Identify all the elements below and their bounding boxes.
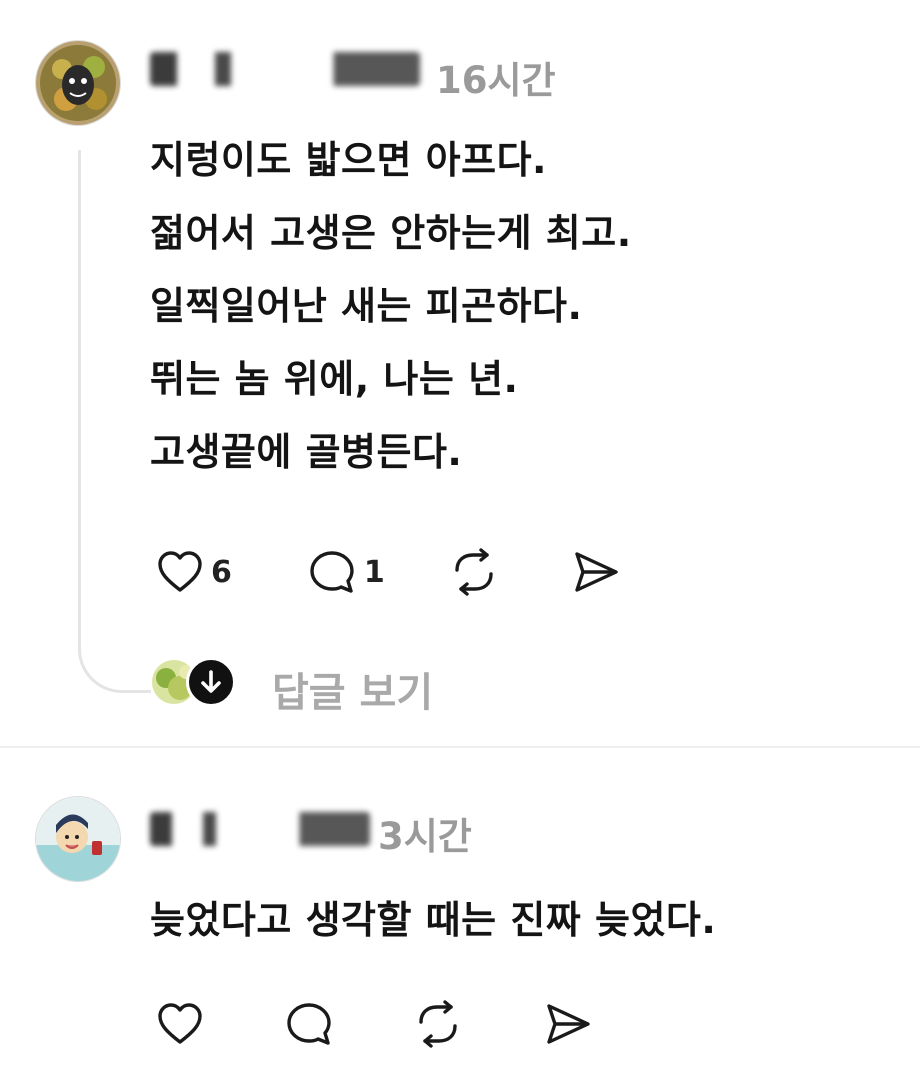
action-bar: 6 1 [157, 548, 621, 596]
thread-line [78, 150, 151, 693]
speech-bubble-icon [287, 1003, 331, 1045]
heart-icon [158, 551, 202, 592]
share-button[interactable] [543, 1001, 593, 1047]
comment-2: 3시간 늦었다고 생각할 때는 진짜 늦었다. [0, 760, 920, 1090]
repost-button[interactable] [449, 548, 499, 596]
repost-button[interactable] [413, 1000, 463, 1048]
avatar[interactable] [35, 796, 121, 882]
share-button[interactable] [571, 549, 621, 595]
timestamp: 16시간 [436, 59, 556, 102]
timestamp: 3시간 [378, 815, 472, 858]
comment-line: 젊어서 고생은 안하는게 최고. [150, 211, 632, 255]
reply-button[interactable]: 1 [308, 549, 385, 595]
username[interactable] [150, 812, 370, 846]
send-icon [547, 1004, 590, 1044]
comment-line: 고생끝에 골병든다. [150, 430, 463, 474]
comment-line: 뛰는 놈 위에, 나는 년. [150, 357, 519, 401]
comment-line: 늦었다고 생각할 때는 진짜 늦었다. [150, 898, 717, 942]
repost-icon [455, 548, 493, 596]
comment-body: 지렁이도 밟으면 아프다. 젊어서 고생은 안하는게 최고. 일찍일어난 새는 … [150, 124, 632, 489]
replier-avatars[interactable] [152, 657, 240, 708]
like-button[interactable]: 6 [157, 550, 232, 594]
comment-line: 일찍일어난 새는 피곤하다. [150, 284, 583, 328]
heart-icon [158, 1003, 202, 1044]
action-bar [157, 1000, 593, 1048]
repost-icon [419, 1000, 457, 1048]
comment-body: 늦었다고 생각할 때는 진짜 늦었다. [150, 884, 716, 957]
username[interactable] [150, 52, 420, 86]
like-button[interactable] [157, 1002, 203, 1046]
avatar[interactable] [35, 40, 121, 126]
comment-1: 16시간 지렁이도 밟으면 아프다. 젊어서 고생은 안하는게 최고. 일찍일어… [0, 0, 920, 740]
divider [0, 746, 920, 748]
like-count: 6 [211, 554, 232, 590]
view-replies-link[interactable]: 답글 보기 [272, 660, 433, 718]
expand-badge [186, 657, 236, 707]
reply-count: 1 [363, 554, 385, 590]
arrow-down-icon [201, 670, 221, 693]
comment-line: 지렁이도 밟으면 아프다. [150, 138, 547, 182]
speech-bubble-icon [310, 551, 354, 593]
send-icon [575, 552, 618, 592]
reply-button[interactable] [285, 1001, 333, 1047]
